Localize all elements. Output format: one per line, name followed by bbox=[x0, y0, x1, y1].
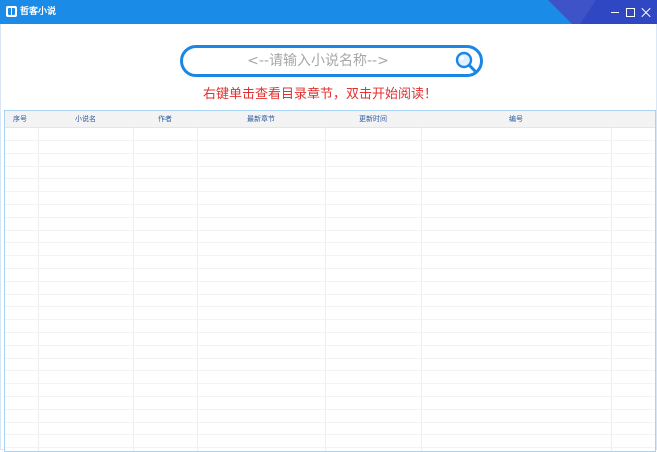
close-icon[interactable] bbox=[639, 4, 653, 20]
column-header-index[interactable]: 序号 bbox=[5, 111, 35, 127]
table-header: 序号 小说名 作者 最新章节 更新时间 编号 bbox=[5, 111, 655, 128]
column-header-id[interactable]: 编号 bbox=[421, 111, 611, 127]
table-row bbox=[5, 434, 655, 435]
table-row bbox=[5, 204, 655, 205]
column-divider bbox=[133, 127, 134, 451]
search-box bbox=[180, 45, 483, 77]
book-icon bbox=[6, 6, 17, 17]
table-row bbox=[5, 153, 655, 154]
table-row bbox=[5, 422, 655, 423]
table-row bbox=[5, 230, 655, 231]
table-row bbox=[5, 383, 655, 384]
table-row bbox=[5, 306, 655, 307]
table-row bbox=[5, 345, 655, 346]
column-divider bbox=[421, 127, 422, 451]
column-header-latest-chapter[interactable]: 最新章节 bbox=[197, 111, 325, 127]
table-row bbox=[5, 191, 655, 192]
minimize-icon[interactable] bbox=[608, 4, 622, 20]
column-divider bbox=[611, 127, 612, 451]
table-row bbox=[5, 294, 655, 295]
table-row bbox=[5, 217, 655, 218]
usage-hint: 右键单击查看目录章节，双击开始阅读！ bbox=[202, 87, 437, 102]
table-row bbox=[5, 370, 655, 371]
table-row bbox=[5, 166, 655, 167]
novel-table[interactable]: 序号 小说名 作者 最新章节 更新时间 编号 bbox=[4, 110, 656, 452]
table-row bbox=[5, 281, 655, 282]
title-bar[interactable]: 哲客小说 bbox=[0, 0, 657, 24]
table-row bbox=[5, 447, 655, 448]
column-divider bbox=[325, 127, 326, 451]
table-row bbox=[5, 358, 655, 359]
search-input[interactable] bbox=[193, 50, 443, 72]
maximize-icon[interactable] bbox=[623, 4, 637, 20]
table-row bbox=[5, 396, 655, 397]
table-row bbox=[5, 268, 655, 269]
table-row bbox=[5, 332, 655, 333]
magnifier-icon[interactable] bbox=[454, 50, 478, 74]
table-row bbox=[5, 255, 655, 256]
column-header-author[interactable]: 作者 bbox=[133, 111, 197, 127]
column-header-update-time[interactable]: 更新时间 bbox=[325, 111, 421, 127]
table-row bbox=[5, 242, 655, 243]
table-row bbox=[5, 178, 655, 179]
window-title: 哲客小说 bbox=[20, 7, 57, 17]
table-row bbox=[5, 409, 655, 410]
table-row bbox=[5, 319, 655, 320]
column-divider bbox=[38, 127, 39, 451]
column-header-novel-name[interactable]: 小说名 bbox=[38, 111, 133, 127]
column-divider bbox=[197, 127, 198, 451]
table-row bbox=[5, 140, 655, 141]
